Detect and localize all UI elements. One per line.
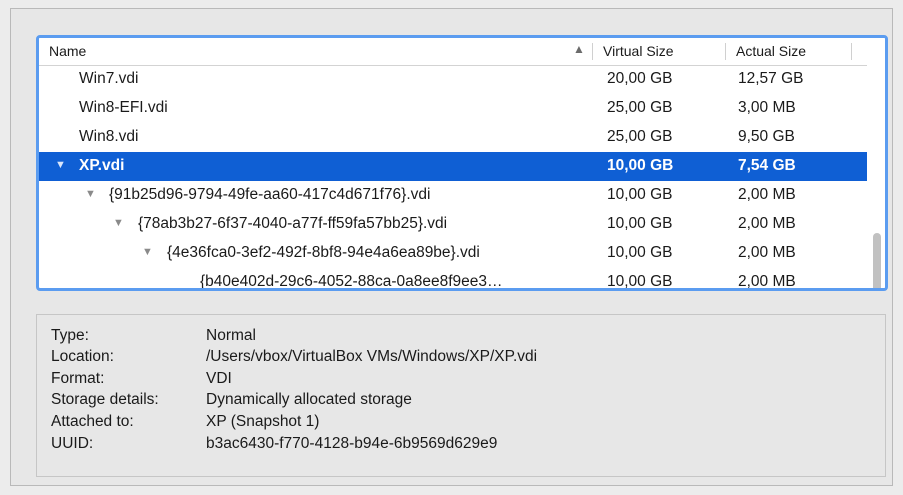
detail-value: b3ac6430-f770-4128-b94e-6b9569d629e9: [206, 435, 498, 452]
row-name: Win7.vdi: [79, 70, 139, 87]
column-header-name[interactable]: Name: [49, 43, 86, 59]
row-name: Win8-EFI.vdi: [79, 99, 168, 116]
detail-label: Type:: [51, 327, 89, 344]
row-name: {b40e402d-29c6-4052-88ca-0a8ee8f9ee3…: [200, 273, 503, 290]
detail-label: Format:: [51, 370, 105, 387]
detail-value: VDI: [206, 370, 232, 387]
tree-row[interactable]: Win8.vdi 25,00 GB 9,50 GB: [39, 123, 867, 152]
row-actual-size: 2,00 MB: [738, 215, 796, 232]
row-virtual-size: 10,00 GB: [607, 273, 673, 290]
tree-row[interactable]: Win7.vdi 20,00 GB 12,57 GB: [39, 65, 867, 94]
row-name: XP.vdi: [79, 157, 125, 174]
column-header-virtual-size[interactable]: Virtual Size: [603, 43, 674, 59]
row-actual-size: 2,00 MB: [738, 244, 796, 261]
scrollbar-thumb[interactable]: [873, 233, 881, 288]
tree-row-selected[interactable]: ▼ XP.vdi 10,00 GB 7,54 GB: [39, 152, 867, 181]
row-actual-size: 2,00 MB: [738, 273, 796, 290]
column-separator[interactable]: [725, 43, 726, 60]
tree-row[interactable]: ▼ {91b25d96-9794-49fe-aa60-417c4d671f76}…: [39, 181, 867, 210]
row-actual-size: 9,50 GB: [738, 128, 795, 145]
row-name: {78ab3b27-6f37-4040-a77f-ff59fa57bb25}.v…: [138, 215, 448, 232]
row-virtual-size: 10,00 GB: [607, 157, 674, 174]
detail-label: Location:: [51, 348, 114, 365]
row-actual-size: 3,00 MB: [738, 99, 796, 116]
row-virtual-size: 10,00 GB: [607, 244, 673, 261]
vertical-scrollbar[interactable]: [867, 65, 885, 288]
row-virtual-size: 25,00 GB: [607, 128, 673, 145]
row-virtual-size: 20,00 GB: [607, 70, 673, 87]
detail-value: XP (Snapshot 1): [206, 413, 320, 430]
row-virtual-size: 25,00 GB: [607, 99, 673, 116]
tree-row[interactable]: {b40e402d-29c6-4052-88ca-0a8ee8f9ee3… 10…: [39, 268, 867, 290]
row-actual-size: 2,00 MB: [738, 186, 796, 203]
detail-value: /Users/vbox/VirtualBox VMs/Windows/XP/XP…: [206, 348, 538, 365]
row-name: {91b25d96-9794-49fe-aa60-417c4d671f76}.v…: [109, 186, 431, 203]
detail-label: UUID:: [51, 435, 94, 452]
disclosure-triangle-icon[interactable]: ▼: [142, 246, 153, 258]
disclosure-triangle-icon[interactable]: ▼: [55, 159, 66, 171]
tree-header: Name ▲ Virtual Size Actual Size: [39, 38, 885, 66]
column-separator[interactable]: [592, 43, 593, 60]
detail-label: Storage details:: [51, 391, 159, 408]
column-header-actual-size[interactable]: Actual Size: [736, 43, 806, 59]
detail-value: Dynamically allocated storage: [206, 391, 412, 408]
detail-value: Normal: [206, 327, 256, 344]
tree-row[interactable]: ▼ {4e36fca0-3ef2-492f-8bf8-94e4a6ea89be}…: [39, 239, 867, 268]
detail-label: Attached to:: [51, 413, 134, 430]
row-actual-size: 7,54 GB: [738, 157, 796, 174]
disclosure-triangle-icon[interactable]: ▼: [113, 217, 124, 229]
disclosure-triangle-icon[interactable]: ▼: [85, 188, 96, 200]
tree-row[interactable]: ▼ {78ab3b27-6f37-4040-a77f-ff59fa57bb25}…: [39, 210, 867, 239]
row-name: {4e36fca0-3ef2-492f-8bf8-94e4a6ea89be}.v…: [167, 244, 480, 261]
media-tree[interactable]: Name ▲ Virtual Size Actual Size Win7.vdi…: [36, 35, 888, 291]
tree-row[interactable]: Win8-EFI.vdi 25,00 GB 3,00 MB: [39, 94, 867, 123]
row-virtual-size: 10,00 GB: [607, 215, 673, 232]
column-separator[interactable]: [851, 43, 852, 60]
row-virtual-size: 10,00 GB: [607, 186, 673, 203]
row-name: Win8.vdi: [79, 128, 139, 145]
details-panel: Type: Normal Location: /Users/vbox/Virtu…: [36, 314, 886, 477]
tree-rows: Win7.vdi 20,00 GB 12,57 GB Win8-EFI.vdi …: [39, 65, 867, 290]
sort-ascending-icon: ▲: [573, 42, 585, 56]
row-actual-size: 12,57 GB: [738, 70, 804, 87]
